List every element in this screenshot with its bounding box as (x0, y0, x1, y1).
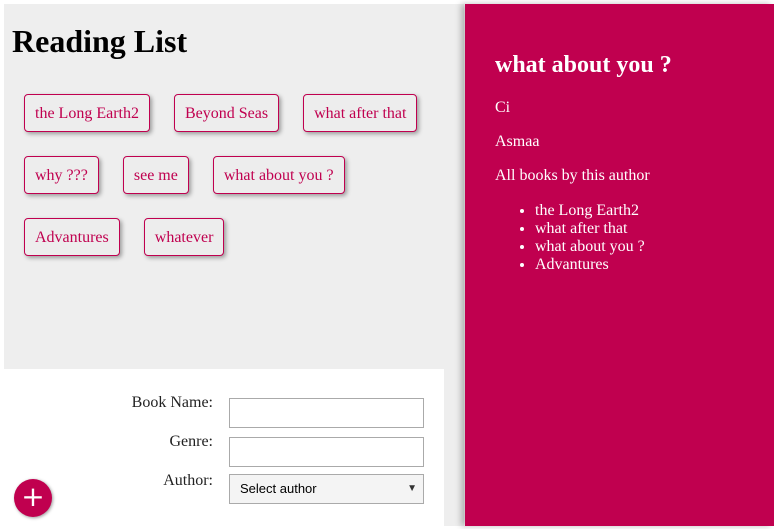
author-books-list: the Long Earth2 what after that what abo… (495, 202, 645, 274)
book-item[interactable]: whatever (143, 218, 225, 256)
chevron-down-icon: ▼ (407, 483, 417, 494)
book-details-panel: what about you ? Ci Asmaa All books by t… (465, 4, 774, 526)
book-item[interactable]: the Long Earth2 (24, 94, 150, 132)
list-item: Advantures (535, 256, 645, 274)
detail-book-title: what about you ? (495, 52, 672, 78)
list-item: the Long Earth2 (535, 202, 645, 220)
book-item[interactable]: Beyond Seas (173, 94, 280, 132)
book-list: the Long Earth2 Beyond Seas what after t… (24, 94, 454, 256)
genre-row: Genre: (4, 433, 444, 467)
all-books-label: All books by this author (495, 167, 650, 184)
author-label: Author: (163, 472, 213, 489)
genre-label: Genre: (169, 433, 213, 450)
list-item: what after that (535, 220, 645, 238)
book-item[interactable]: Advantures (24, 218, 120, 256)
author-row: Author: Select author ▼ (4, 472, 444, 504)
add-book-form: Book Name: Genre: Author: Select author … (4, 369, 444, 526)
genre-input[interactable] (229, 437, 424, 467)
page-title: Reading List (12, 23, 188, 59)
author-select-value: Select author (240, 481, 317, 496)
book-name-row: Book Name: (4, 394, 444, 428)
detail-genre: Ci (495, 99, 511, 116)
book-item[interactable]: what after that (303, 94, 418, 132)
book-name-label: Book Name: (131, 394, 213, 411)
list-item: what about you ? (535, 238, 645, 256)
detail-author: Asmaa (495, 133, 540, 150)
add-book-button[interactable]: + (14, 479, 52, 517)
book-item[interactable]: why ??? (24, 156, 99, 194)
book-name-input[interactable] (229, 398, 424, 428)
book-item[interactable]: see me (122, 156, 189, 194)
author-select[interactable]: Select author ▼ (229, 474, 424, 504)
book-item[interactable]: what about you ? (212, 156, 345, 194)
